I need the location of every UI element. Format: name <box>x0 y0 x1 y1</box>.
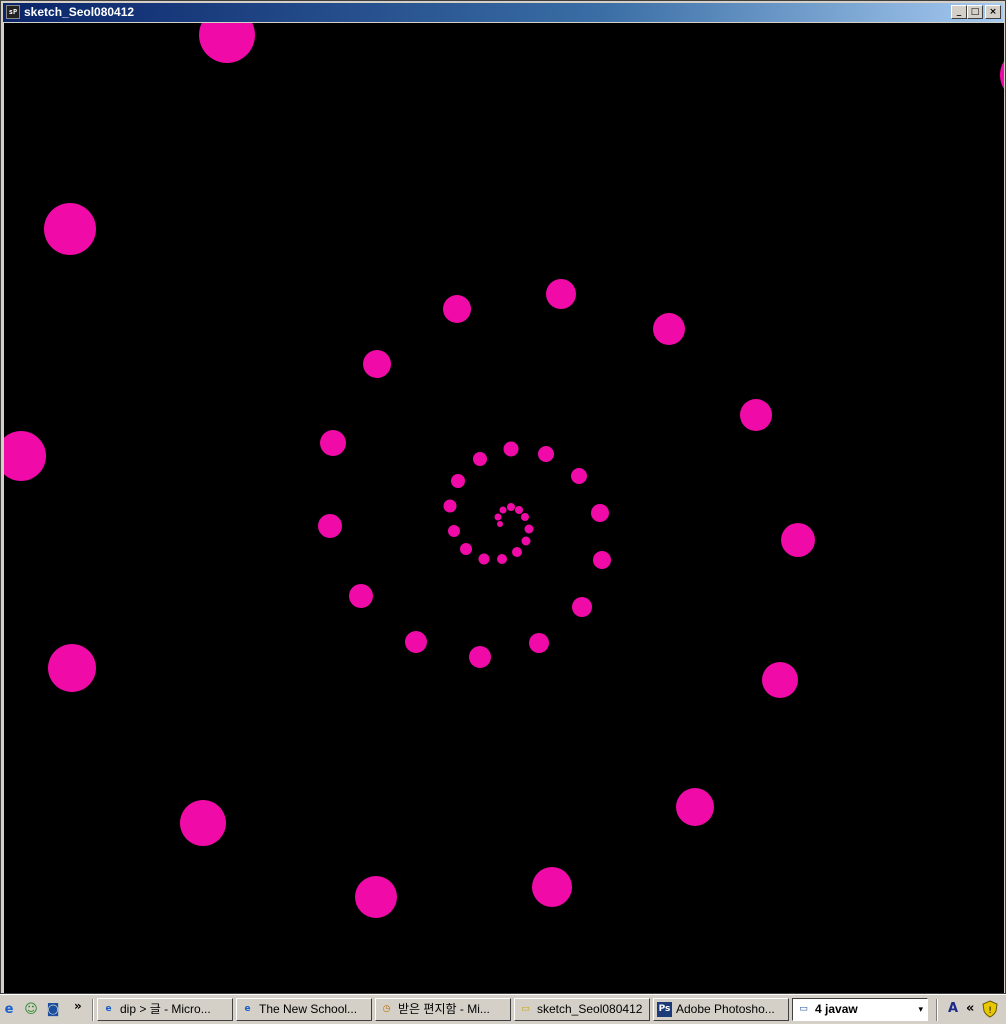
spiral-dot <box>478 553 490 565</box>
window-title: sketch_Seol080412 <box>24 5 135 19</box>
task-label: Adobe Photosho... <box>676 1002 775 1016</box>
quick-launch-more-button[interactable]: » <box>74 999 82 1013</box>
processing-icon[interactable]: sP <box>6 5 20 19</box>
task-button-photoshop[interactable]: Ps Adobe Photosho... <box>653 998 789 1021</box>
spiral-dot <box>781 523 815 557</box>
spiral-dot <box>469 646 491 668</box>
spiral-drawing <box>4 23 1004 918</box>
task-label: 4 javaw <box>815 1002 858 1016</box>
spiral-dot <box>44 203 96 255</box>
spiral-dot <box>521 513 529 521</box>
spiral-dot <box>740 399 772 431</box>
shield-icon[interactable]: ! <box>982 1000 998 1024</box>
spiral-dot <box>318 514 342 538</box>
spiral-dot <box>48 644 96 692</box>
spiral-dot <box>512 547 522 557</box>
internet-explorer-icon[interactable]: e <box>0 1001 18 1019</box>
spiral-dot <box>497 521 503 527</box>
spiral-dot <box>524 524 534 534</box>
spiral-dot <box>473 452 487 466</box>
sketch-window: sP sketch_Seol080412 _ □ × <box>0 0 1006 994</box>
task-label: sketch_Seol080412 <box>537 1002 643 1016</box>
sketch-canvas[interactable] <box>4 23 1004 993</box>
spiral-dot <box>320 430 346 456</box>
outlook-icon: ◷ <box>382 1004 391 1014</box>
spiral-dot <box>448 525 460 537</box>
task-label: dip > 글 - Micro... <box>120 1002 211 1016</box>
task-button-dip[interactable]: e dip > 글 - Micro... <box>97 998 233 1021</box>
spiral-dot <box>199 23 255 63</box>
spiral-dot <box>546 279 576 309</box>
spiral-dot <box>443 499 457 513</box>
spiral-dot <box>355 876 397 918</box>
spiral-dot <box>653 313 685 345</box>
spiral-dot <box>1000 61 1004 89</box>
spiral-dot <box>593 551 611 569</box>
messenger-icon[interactable]: ☺ <box>22 1001 40 1019</box>
taskbar-separator <box>92 999 94 1021</box>
window-controls: _ □ × <box>951 5 1001 19</box>
spiral-dot <box>571 468 587 484</box>
tray-expand-button[interactable]: « <box>966 1000 974 1018</box>
minimize-button[interactable]: _ <box>951 5 967 19</box>
taskbar-separator <box>936 999 938 1021</box>
spiral-dot <box>503 441 519 457</box>
spiral-dot <box>499 506 507 514</box>
spiral-dot <box>529 633 549 653</box>
svg-text:!: ! <box>988 1006 992 1016</box>
ime-indicator[interactable]: A <box>948 1000 958 1018</box>
spiral-dot <box>180 800 226 846</box>
spiral-dot <box>532 867 572 907</box>
spiral-dot <box>591 504 609 522</box>
spiral-dot <box>507 503 515 511</box>
task-button-new-school[interactable]: e The New School... <box>236 998 372 1021</box>
spiral-dot <box>521 536 531 546</box>
internet-explorer-icon: e <box>105 1004 112 1014</box>
spiral-dot <box>443 295 471 323</box>
maximize-button[interactable]: □ <box>967 5 983 19</box>
close-button[interactable]: × <box>985 5 1001 19</box>
spiral-dot <box>572 597 592 617</box>
spiral-dot <box>762 662 798 698</box>
window-icon: ▭ <box>799 1004 808 1014</box>
task-label: The New School... <box>259 1002 358 1016</box>
photoshop-icon: Ps <box>657 1002 672 1017</box>
spiral-dot <box>451 474 465 488</box>
spiral-dot <box>497 554 507 564</box>
folder-icon: ▭ <box>521 1004 530 1014</box>
spiral-dot <box>349 584 373 608</box>
internet-explorer-icon: e <box>244 1004 251 1014</box>
task-button-inbox[interactable]: ◷ 받은 편지함 - Mi... <box>375 998 511 1021</box>
chevron-down-icon: ▾ <box>918 1004 923 1014</box>
spiral-dot <box>363 350 391 378</box>
spiral-dot <box>538 446 554 462</box>
desktop-icon[interactable]: ◙ <box>44 1001 62 1019</box>
spiral-dot <box>676 788 714 826</box>
spiral-dot <box>494 513 502 521</box>
spiral-dot <box>515 506 523 514</box>
spiral-dot <box>4 431 46 481</box>
taskbar: e ☺ ◙ » e dip > 글 - Micro... e The New S… <box>0 994 1006 1024</box>
task-group-javaw[interactable]: ▭ 4 javaw ▾ <box>792 998 928 1021</box>
spiral-dot <box>460 543 472 555</box>
task-button-sketch-folder[interactable]: ▭ sketch_Seol080412 <box>514 998 650 1021</box>
task-label: 받은 편지함 - Mi... <box>398 1002 490 1016</box>
title-bar[interactable]: sP sketch_Seol080412 _ □ × <box>3 3 1003 22</box>
spiral-dot <box>405 631 427 653</box>
